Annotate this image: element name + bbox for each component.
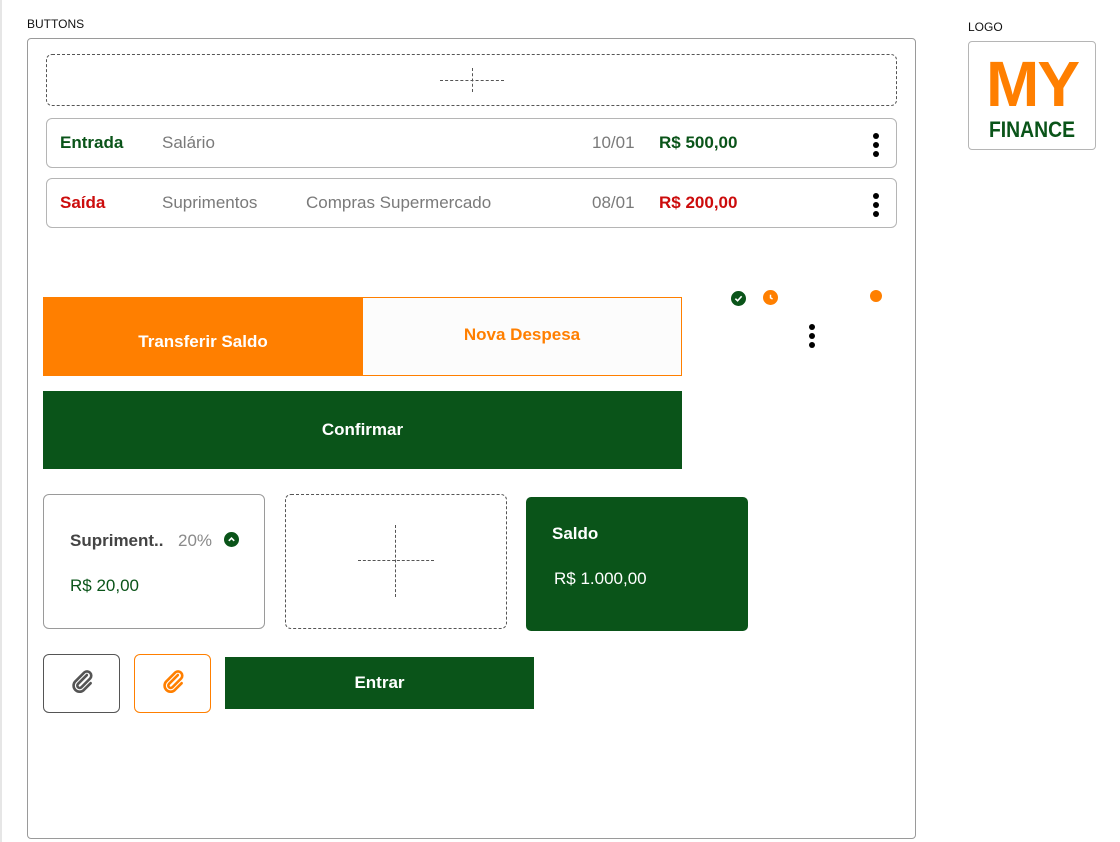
check-circle-icon [731, 291, 746, 306]
logo: MY FINANCE [968, 41, 1096, 150]
logo-line-finance: FINANCE [988, 117, 1076, 142]
kebab-menu-icon[interactable] [808, 324, 816, 348]
orange-dot-icon [870, 290, 882, 302]
budget-category: Supriment.. [70, 531, 164, 550]
paperclip-icon [160, 668, 186, 699]
paperclip-icon [69, 668, 95, 699]
add-transaction-placeholder[interactable] [46, 54, 897, 106]
transaction-type: Saída [60, 193, 106, 212]
balance-value: R$ 1.000,00 [554, 569, 647, 588]
transaction-category: Salário [162, 133, 215, 152]
page-edge-divider [0, 0, 2, 842]
balance-title: Saldo [552, 524, 599, 543]
transaction-description: Compras Supermercado [306, 193, 492, 212]
confirm-button[interactable]: Confirmar [43, 391, 682, 469]
logo-line-my: MY [986, 48, 1080, 120]
kebab-menu-icon[interactable] [872, 193, 880, 217]
buttons-section-label: BUTTONS [27, 17, 85, 31]
transaction-row[interactable]: Entrada Salário 10/01 R$ 500,00 [46, 118, 897, 168]
transaction-row[interactable]: Saída Suprimentos Compras Supermercado 0… [46, 178, 897, 228]
chevron-up-circle-icon[interactable] [224, 532, 239, 547]
transaction-amount: R$ 500,00 [659, 133, 738, 152]
kebab-menu-icon[interactable] [872, 133, 880, 157]
transaction-category: Suprimentos [162, 193, 258, 212]
tab-transfer-balance[interactable]: Transferir Saldo [43, 297, 363, 376]
enter-button[interactable]: Entrar [225, 657, 534, 709]
budget-card[interactable]: Supriment.. 20% R$ 20,00 [43, 494, 265, 629]
add-budget-card-placeholder[interactable] [285, 494, 507, 629]
logo-section-label: LOGO [968, 20, 1003, 34]
attach-button-active[interactable] [134, 654, 211, 713]
transaction-date: 10/01 [592, 133, 635, 152]
tab-new-expense[interactable]: Nova Despesa [362, 297, 682, 376]
transaction-amount: R$ 200,00 [659, 193, 738, 212]
budget-percent: 20% [178, 531, 213, 550]
budget-value: R$ 20,00 [70, 576, 139, 595]
transaction-type: Entrada [60, 133, 124, 152]
transaction-date: 08/01 [592, 193, 635, 212]
attach-button[interactable] [43, 654, 120, 713]
clock-icon [763, 290, 778, 305]
balance-card: Saldo R$ 1.000,00 [526, 497, 748, 631]
